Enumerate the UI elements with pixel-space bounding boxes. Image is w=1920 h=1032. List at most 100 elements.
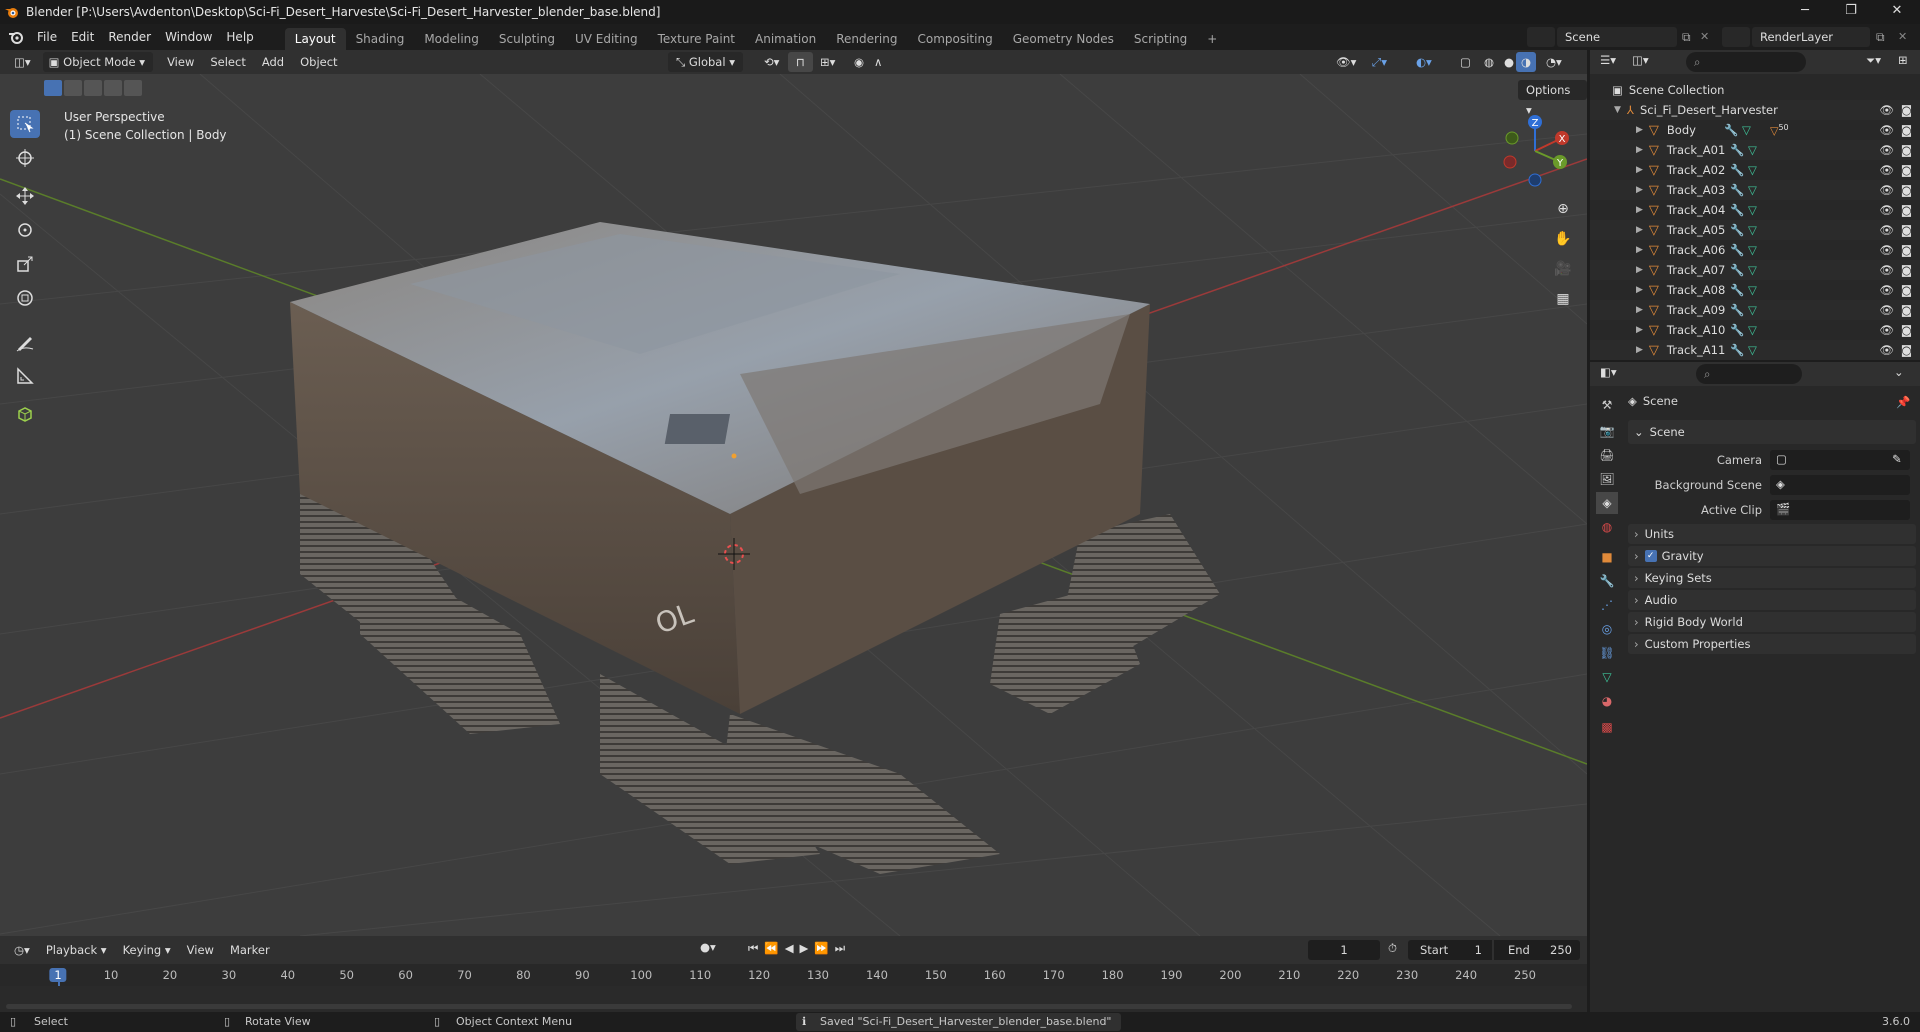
blender-menu-icon[interactable] [8,29,24,45]
mesh-data-icon[interactable]: ▽ [1748,243,1757,257]
outliner-row-object[interactable]: ▶ ▽ Track_A07 🔧 ▽ 👁 ◙ [1590,260,1920,280]
tab-sculpting[interactable]: Sculpting [489,28,565,50]
tool-tab[interactable]: ⚒ [1596,394,1618,416]
mesh-data-icon[interactable]: ▽ [1748,343,1757,357]
tab-modeling[interactable]: Modeling [414,28,489,50]
proportional-falloff-icon[interactable]: ∧ [866,52,890,72]
jump-keyframe-back-icon[interactable]: ⏪ [764,941,784,955]
outliner-row-object[interactable]: ▶ ▽ Body 🔧 ▽ ▽50 👁 ◙ [1590,120,1920,140]
move-tool[interactable] [10,182,40,210]
menu-help[interactable]: Help [219,24,260,50]
panel-scene-header[interactable]: ⌄ Scene [1628,420,1916,444]
jump-end-icon[interactable]: ⏭ [835,941,851,955]
tab-scripting[interactable]: Scripting [1124,28,1197,50]
outliner-row-harvester[interactable]: ▼ ⅄ Sci_Fi_Desert_Harvester 👁 ◙ [1590,100,1920,120]
render-camera-icon[interactable]: ◙ [1901,203,1912,217]
menu-timeline-view[interactable]: View [179,940,222,960]
render-camera-icon[interactable]: ◙ [1901,123,1912,137]
current-frame-field[interactable]: 1 [1308,940,1380,960]
render-camera-icon[interactable]: ◙ [1901,183,1912,197]
snap-toggle-icon[interactable]: ⊓ [788,52,813,72]
modifier-wrench-icon[interactable]: 🔧 [1730,163,1744,177]
preview-range-icon[interactable]: ⏱ [1388,941,1397,956]
tab-compositing[interactable]: Compositing [907,28,1002,50]
camera-view-icon[interactable]: 🎥 [1550,256,1576,282]
rendered-shading-icon[interactable]: ◔▾ [1538,52,1570,72]
pin-icon[interactable]: 📌 [1896,395,1910,409]
menu-select[interactable]: Select [202,52,253,72]
render-camera-icon[interactable]: ◙ [1901,223,1912,237]
outliner-display-mode-icon[interactable]: ◫▾ [1632,53,1649,67]
annotate-tool[interactable] [10,328,40,356]
minimize-button[interactable]: ─ [1782,0,1828,24]
timeline-ruler[interactable]: 1 10 20 30 40 50 60 70 80 90 100 110 120 130 140 150 160… [0,964,1587,1012]
status-report[interactable]: ℹ Saved "Sci-Fi_Desert_Harvester_blender… [796,1013,1122,1031]
render-camera-icon[interactable]: ◙ [1901,283,1912,297]
navigation-gizmo[interactable]: Z X Y [1498,114,1572,188]
playhead[interactable]: 1 [49,968,67,982]
mesh-data-icon[interactable]: ▽ [1748,163,1757,177]
mesh-data-icon[interactable]: ▽ [1748,283,1757,297]
properties-options-icon[interactable]: ⌄ [1894,365,1904,379]
mesh-data-icon[interactable]: ▽ [1748,223,1757,237]
visibility-eye-icon[interactable]: 👁 [1879,203,1894,217]
cursor-tool[interactable] [10,144,40,172]
play-icon[interactable]: ▶ [800,941,815,955]
select-extend-icon[interactable] [64,80,82,96]
visibility-eye-icon[interactable]: 👁 [1879,343,1894,357]
panel-header[interactable]: › Audio [1628,590,1916,610]
jump-start-icon[interactable]: ⏮ [748,941,764,955]
outliner-row-object[interactable]: ▶ ▽ Track_A06 🔧 ▽ 👁 ◙ [1590,240,1920,260]
outliner-search-input[interactable]: ⌕ [1686,52,1806,72]
visibility-eye-icon[interactable]: 👁 [1879,183,1894,197]
select-intersect-icon[interactable] [124,80,142,96]
outliner-row-object[interactable]: ▶ ▽ Track_A09 🔧 ▽ 👁 ◙ [1590,300,1920,320]
tab-uv-editing[interactable]: UV Editing [565,28,648,50]
transform-tool[interactable] [10,284,40,312]
outliner-row-object[interactable]: ▶ ▽ Track_A02 🔧 ▽ 👁 ◙ [1590,160,1920,180]
3d-viewport[interactable]: OL User Perspective (1) Scene Collection… [0,74,1587,936]
xray-toggle-icon[interactable]: ▢ [1452,52,1479,72]
mesh-data-icon[interactable]: ▽ [1748,263,1757,277]
menu-playback[interactable]: Playback ▾ [38,940,115,960]
scene-selector[interactable]: Scene [1557,27,1677,47]
modifier-wrench-icon[interactable]: 🔧 [1730,263,1744,277]
editor-type-icon[interactable]: ◫▾ [6,52,39,72]
visibility-eye-icon[interactable]: 👁 [1879,223,1894,237]
particles-tab[interactable]: ⋰ [1596,594,1618,616]
visibility-eye-icon[interactable]: 👁 [1879,143,1894,157]
panel-header[interactable]: › ✓ Gravity [1628,546,1916,566]
active-clip-field[interactable]: 🎬 [1770,500,1910,520]
outliner-row-object[interactable]: ▶ ▽ Track_A10 🔧 ▽ 👁 ◙ [1590,320,1920,340]
modifier-wrench-icon[interactable]: 🔧 [1730,203,1744,217]
modifier-tab[interactable]: 🔧 [1596,570,1618,592]
properties-search-input[interactable]: ⌕ [1696,364,1802,384]
tab-animation[interactable]: Animation [745,28,826,50]
scene-new-icon[interactable]: ⧉ [1682,30,1691,45]
tab-rendering[interactable]: Rendering [826,28,907,50]
modifier-wrench-icon[interactable]: 🔧 [1730,283,1744,297]
pan-hand-icon[interactable]: ✋ [1550,226,1576,252]
timeline-editor-type-icon[interactable]: ◷▾ [6,940,38,960]
tab-geometry-nodes[interactable]: Geometry Nodes [1003,28,1124,50]
scene-delete-icon[interactable]: ✕ [1700,30,1709,43]
material-tab[interactable]: ◕ [1596,690,1618,712]
select-box-tool[interactable] [10,110,40,138]
visibility-icon[interactable]: 👁▾ [1328,52,1364,72]
object-tab[interactable]: ■ [1596,546,1618,568]
scene-browse-icon[interactable] [1527,27,1555,47]
end-frame-field[interactable]: End 250 [1494,940,1580,960]
texture-tab[interactable]: ▩ [1596,716,1618,738]
outliner-editor-type-icon[interactable]: ☰▾ [1600,53,1616,67]
render-camera-icon[interactable]: ◙ [1901,243,1912,257]
timeline-area[interactable] [0,986,1587,1012]
render-camera-icon[interactable]: ◙ [1901,143,1912,157]
render-camera-icon[interactable]: ◙ [1901,103,1912,117]
world-tab[interactable]: ◍ [1596,516,1618,538]
menu-window[interactable]: Window [158,24,219,50]
mode-selector[interactable]: ▣ Object Mode ▾ [42,52,154,72]
constraints-tab[interactable]: ⛓ [1596,642,1618,664]
measure-tool[interactable] [10,362,40,390]
outliner-row-object[interactable]: ▶ ▽ Track_A04 🔧 ▽ 👁 ◙ [1590,200,1920,220]
visibility-eye-icon[interactable]: 👁 [1879,303,1894,317]
